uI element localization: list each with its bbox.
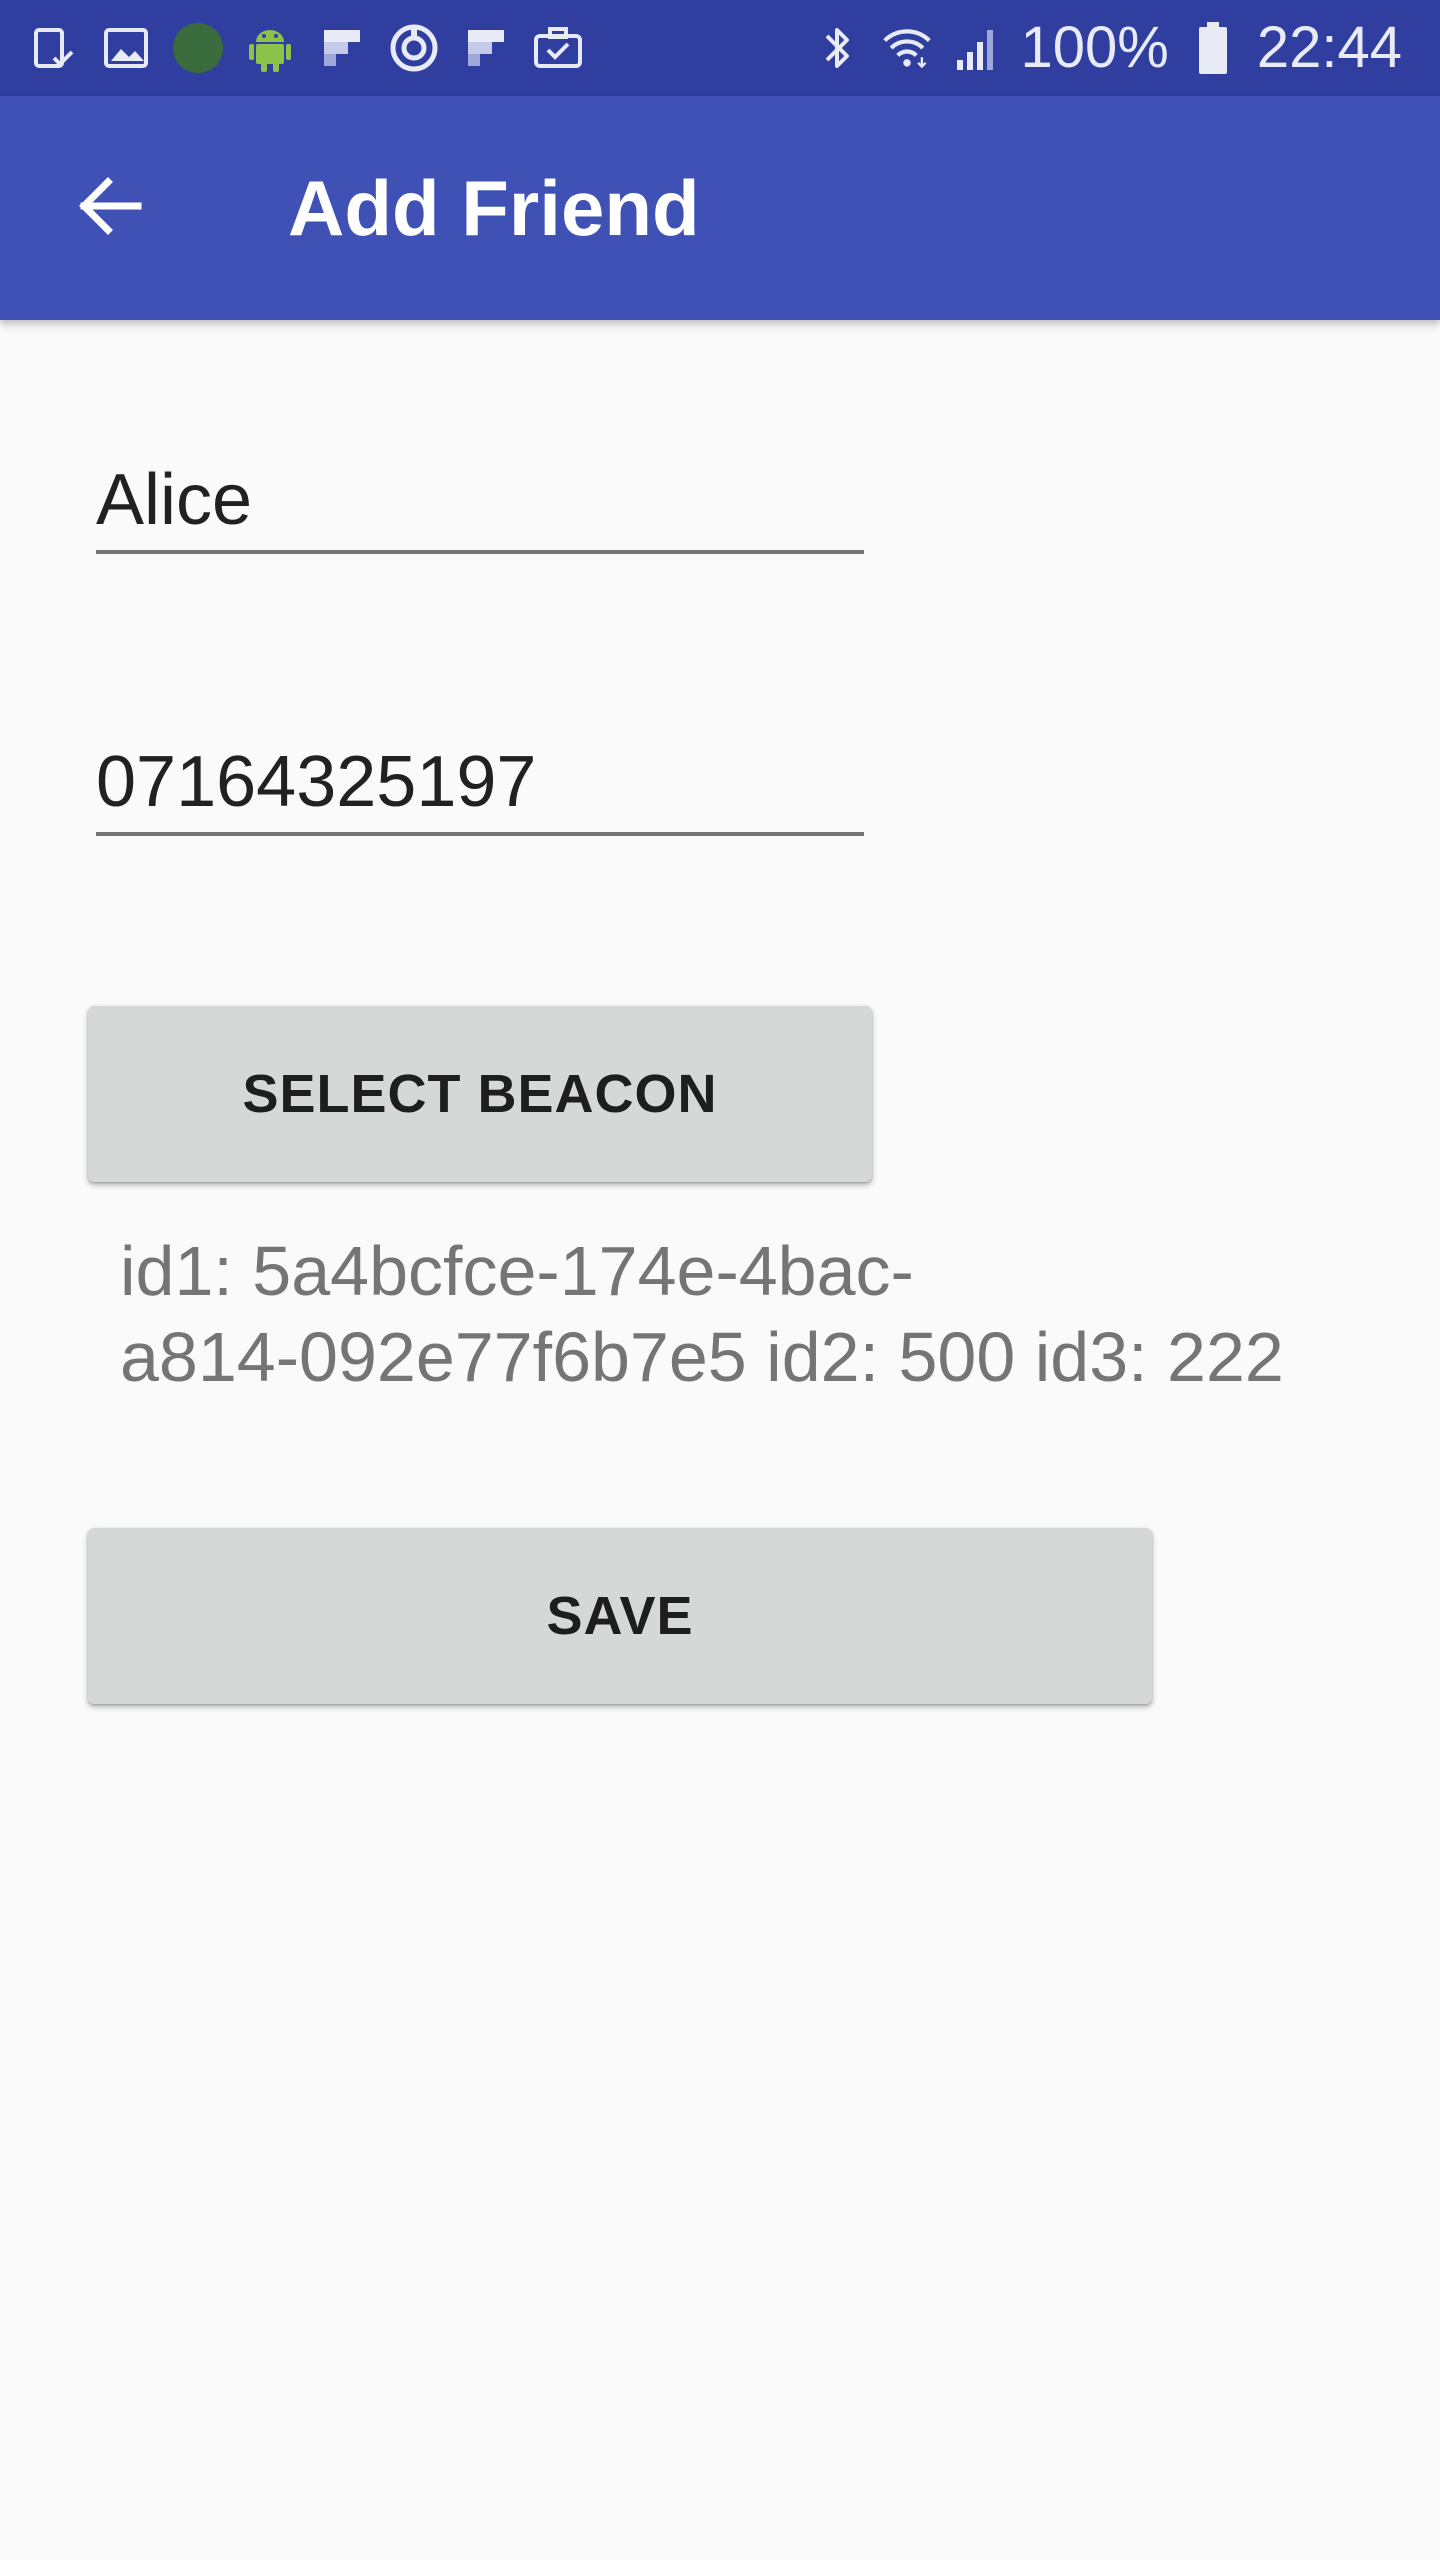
save-button[interactable]: SAVE: [88, 1528, 1152, 1704]
signal-icon: [951, 22, 1003, 74]
target-icon: [388, 22, 440, 74]
beacon-info-line: id1: 5a4bcfce-174e-4bac-: [120, 1232, 914, 1310]
tablet-check-icon: [28, 22, 80, 74]
app-bar: Add Friend: [0, 96, 1440, 320]
battery-percent: 100%: [1020, 15, 1169, 80]
circle-icon: [172, 22, 224, 74]
notification-icons: [28, 18, 584, 78]
wifi-icon: [881, 22, 933, 74]
system-status: 100% 22:44: [811, 14, 1402, 82]
select-beacon-button[interactable]: SELECT BEACON: [88, 1006, 872, 1182]
beacon-info-text: id1: 5a4bcfce-174e-4bac- a814-092e77f6b7…: [120, 1228, 1360, 1400]
back-button[interactable]: [48, 146, 172, 270]
flipboard-icon: [460, 22, 512, 74]
friend-name-field[interactable]: [96, 450, 864, 554]
image-icon: [100, 22, 152, 74]
briefcase-check-icon: [532, 22, 584, 74]
beacon-info-line: a814-092e77f6b7e5 id2: 500 id3: 222: [120, 1318, 1284, 1396]
clock: 22:44: [1256, 15, 1402, 80]
page-title: Add Friend: [288, 164, 700, 252]
arrow-back-icon: [74, 170, 146, 247]
battery-icon: [1187, 22, 1239, 74]
flipboard-icon: [316, 22, 368, 74]
phone-number-field[interactable]: [96, 732, 864, 836]
status-bar: 100% 22:44: [0, 0, 1440, 96]
android-icon: [244, 22, 296, 74]
bluetooth-icon: [811, 22, 863, 74]
